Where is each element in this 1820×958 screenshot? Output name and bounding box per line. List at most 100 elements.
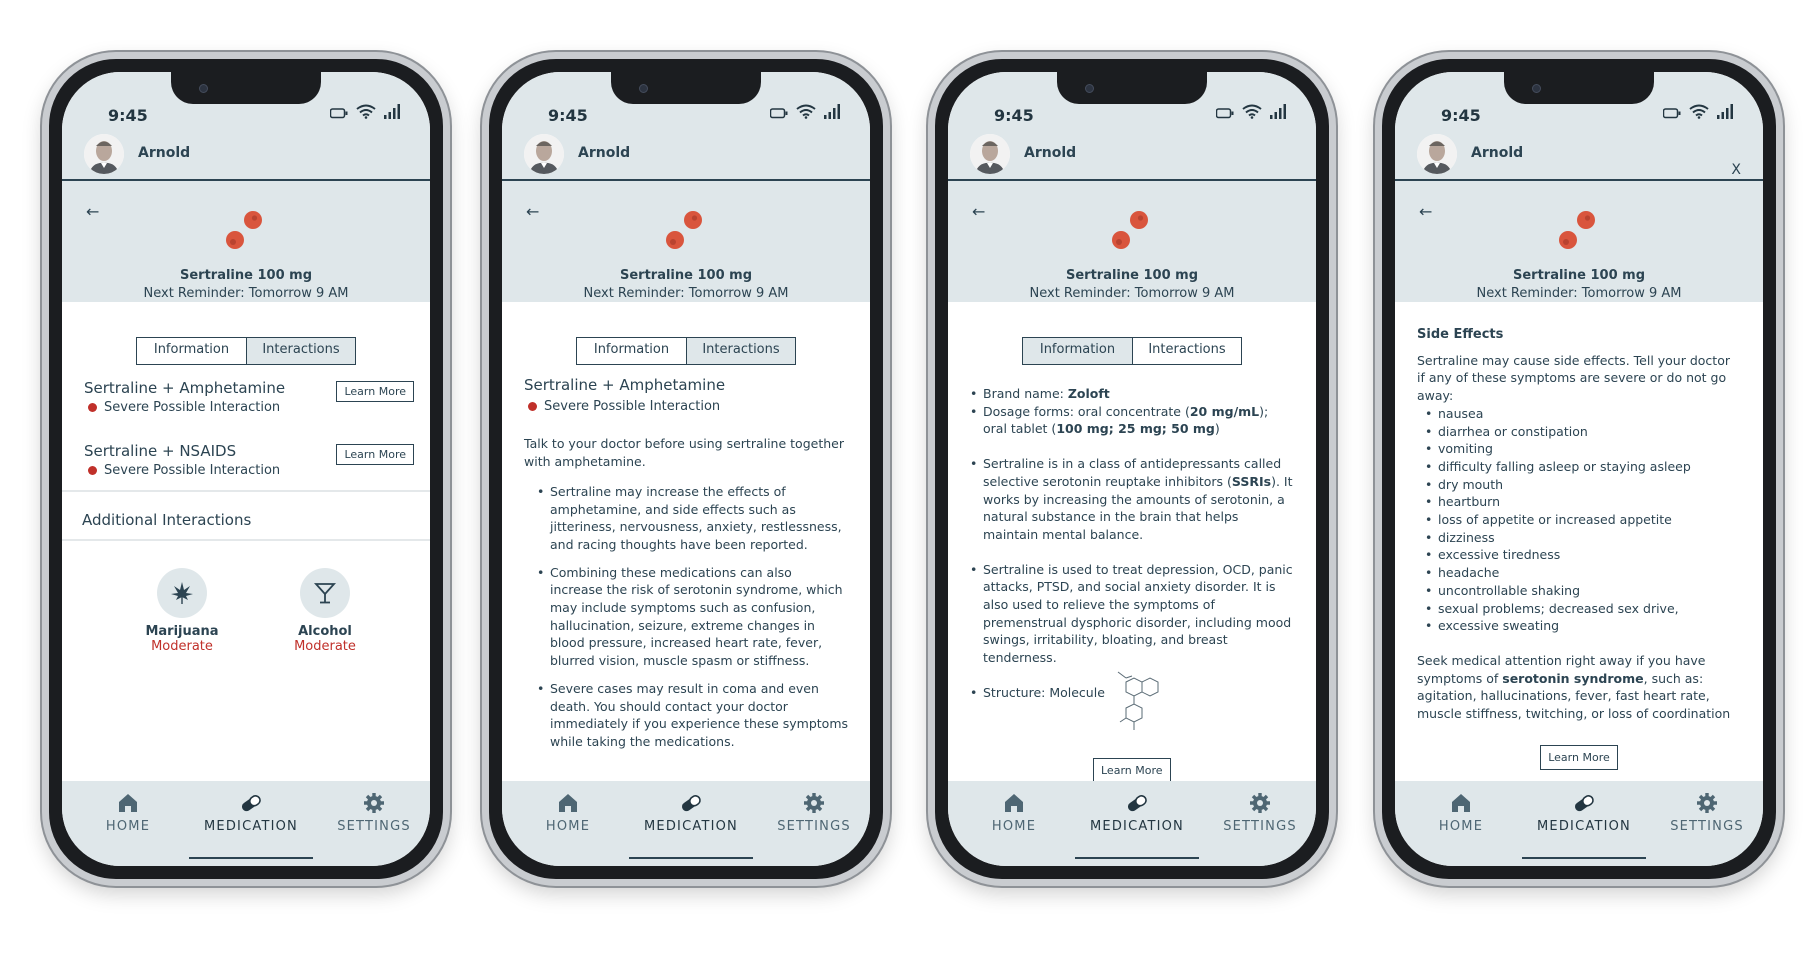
bottom-nav: HOME MEDICATION SETTINGS <box>62 781 430 866</box>
tab-information[interactable]: Information <box>577 338 686 364</box>
side-effect-item: diarrhea or constipation <box>1425 423 1741 441</box>
signal-icon <box>384 104 400 119</box>
status-time: 9:45 <box>1441 106 1481 125</box>
home-icon <box>559 794 577 812</box>
side-effect-item: dry mouth <box>1425 476 1741 494</box>
ssri-item: Sertraline is in a class of antidepressa… <box>970 455 1294 544</box>
nav-settings[interactable]: SETTINGS <box>1647 791 1763 834</box>
detail-bullet: Severe cases may result in coma and even… <box>537 680 848 751</box>
close-button[interactable]: X <box>1731 162 1741 178</box>
severity-dot <box>88 403 97 412</box>
header-divider <box>62 179 430 181</box>
info-list: Brand name: Zoloft Dosage forms: oral co… <box>970 385 1294 702</box>
learn-more-button[interactable]: Learn More <box>1093 758 1171 784</box>
seek-attention-text: Seek medical attention right away if you… <box>1417 652 1741 723</box>
notch <box>1057 72 1207 104</box>
home-icon <box>1005 794 1023 812</box>
pill-capsule-icon <box>681 795 701 812</box>
dosage-concentrate: 20 mg/mL <box>1189 403 1260 419</box>
nav-settings[interactable]: SETTINGS <box>314 791 430 834</box>
serotonin-syndrome-term: serotonin syndrome <box>1502 670 1644 686</box>
additional-name: Alcohol <box>298 624 352 639</box>
side-effect-item: excessive tiredness <box>1425 546 1741 564</box>
nav-settings-label: SETTINGS <box>337 819 411 834</box>
additional-level: Moderate <box>294 639 356 654</box>
nav-settings-label: SETTINGS <box>1223 819 1297 834</box>
phone-frame: 9:45 Arnold ← Sertraline 100 mg Next Rem… <box>928 52 1336 886</box>
status-icons <box>1216 104 1286 119</box>
nav-medication[interactable]: MEDICATION <box>1077 791 1197 834</box>
nav-medication[interactable]: MEDICATION <box>631 791 751 834</box>
status-time: 9:45 <box>548 106 588 125</box>
detail-intro: Talk to your doctor before using sertral… <box>524 436 844 470</box>
tab-information[interactable]: Information <box>1023 338 1132 364</box>
severity-row: Severe Possible Interaction <box>84 400 414 415</box>
nav-settings[interactable]: SETTINGS <box>754 791 870 834</box>
nav-home[interactable]: HOME <box>68 791 188 834</box>
phone-frame: 9:45 Arnold X ← Sertraline 100 mg Next R… <box>1375 52 1783 886</box>
ssri-term: SSRIs <box>1231 473 1272 489</box>
dosage-tablets: 100 mg; 25 mg; 50 mg <box>1056 421 1215 437</box>
avatar[interactable] <box>524 134 564 174</box>
nav-medication[interactable]: MEDICATION <box>1524 791 1644 834</box>
nav-home[interactable]: HOME <box>954 791 1074 834</box>
side-effect-item: uncontrollable shaking <box>1425 582 1741 600</box>
brand-name: Zoloft <box>1067 386 1110 401</box>
tab-information[interactable]: Information <box>137 338 246 364</box>
medication-name: Sertraline 100 mg <box>179 268 312 283</box>
bottom-nav: HOME MEDICATION SETTINGS <box>1395 781 1763 866</box>
avatar[interactable] <box>1417 134 1457 174</box>
back-arrow-icon[interactable]: ← <box>86 202 99 221</box>
signal-icon <box>1717 104 1733 119</box>
molecule-structure-icon <box>1117 671 1159 730</box>
additional-item-marijuana[interactable]: Marijuana Moderate <box>122 568 242 654</box>
side-effect-item: headache <box>1425 564 1741 582</box>
severity-dot <box>88 466 97 475</box>
tab-interactions[interactable]: Interactions <box>686 338 795 364</box>
nav-settings[interactable]: SETTINGS <box>1200 791 1316 834</box>
notch <box>171 72 321 104</box>
side-effects-intro: Sertraline may cause side effects. Tell … <box>1417 352 1730 404</box>
dosage-prefix: Dosage forms: oral concentrate ( <box>983 403 1190 419</box>
severity-label: Severe Possible Interaction <box>544 398 721 414</box>
tab-interactions[interactable]: Interactions <box>1132 338 1241 364</box>
nav-home[interactable]: HOME <box>1401 791 1521 834</box>
avatar[interactable] <box>970 134 1010 174</box>
additional-item-alcohol[interactable]: Alcohol Moderate <box>265 568 385 654</box>
medication-reminder: Next Reminder: Tomorrow 9 AM <box>1476 286 1682 301</box>
side-effects-heading: Side Effects <box>1417 327 1504 342</box>
battery-icon <box>1663 108 1681 119</box>
information-content: Brand name: Zoloft Dosage forms: oral co… <box>970 385 1294 784</box>
pill-capsule-icon <box>241 795 261 812</box>
medication-name: Sertraline 100 mg <box>1065 268 1198 283</box>
nav-home-label: HOME <box>991 819 1037 834</box>
cannabis-icon <box>157 568 207 618</box>
header-divider <box>948 179 1316 181</box>
medication-reminder: Next Reminder: Tomorrow 9 AM <box>1029 286 1235 301</box>
tab-interactions[interactable]: Interactions <box>246 338 355 364</box>
learn-more-button[interactable]: Learn More <box>1540 744 1618 771</box>
back-arrow-icon[interactable]: ← <box>972 202 985 221</box>
active-tab-underline <box>189 857 313 859</box>
learn-more-row: Learn More <box>1417 744 1741 771</box>
learn-more-button[interactable]: Learn More <box>336 444 414 465</box>
home-icon <box>119 794 137 812</box>
learn-more-button[interactable]: Learn More <box>336 381 414 402</box>
phone-frame: 9:45 Arnold ← Sertraline 100 mg Next Rem… <box>482 52 890 886</box>
avatar[interactable] <box>84 134 124 174</box>
bottom-nav: HOME MEDICATION SETTINGS <box>948 781 1316 866</box>
signal-icon <box>824 104 840 119</box>
nav-home-label: HOME <box>1438 819 1484 834</box>
camera-icon <box>639 84 648 93</box>
nav-home[interactable]: HOME <box>508 791 628 834</box>
side-effect-item: excessive sweating <box>1425 617 1741 635</box>
back-arrow-icon[interactable]: ← <box>526 202 539 221</box>
severity-label: Severe Possible Interaction <box>104 400 281 415</box>
divider <box>62 539 430 541</box>
medication-name: Sertraline 100 mg <box>619 268 752 283</box>
nav-medication[interactable]: MEDICATION <box>191 791 311 834</box>
pills-icon <box>1559 211 1595 249</box>
back-arrow-icon[interactable]: ← <box>1419 202 1432 221</box>
additional-interactions-title: Additional Interactions <box>82 511 252 529</box>
dosage-end: ) <box>1214 421 1220 437</box>
